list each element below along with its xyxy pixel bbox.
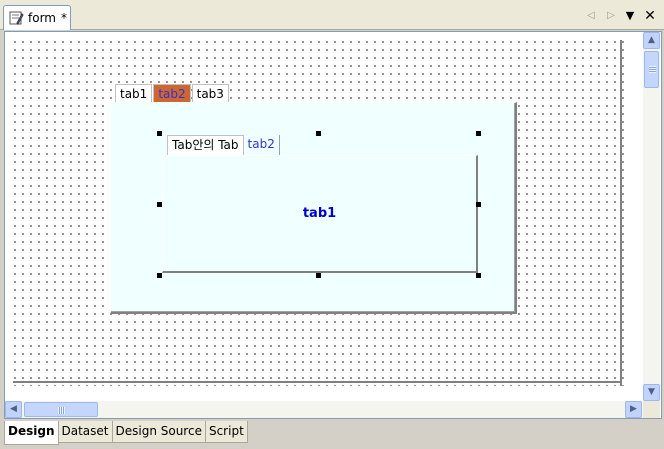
tab-dataset[interactable]: Dataset bbox=[57, 421, 113, 443]
inner-tab-strip: Tab안의 Tab tab2 bbox=[167, 135, 280, 155]
selection-handle-bottom-left[interactable] bbox=[157, 273, 162, 278]
document-tab-label: form bbox=[28, 11, 56, 25]
dropdown-menu-icon[interactable]: ▼ bbox=[623, 9, 637, 23]
inner-tab-2[interactable]: tab2 bbox=[244, 135, 280, 155]
inner-panel-content: tab1 bbox=[302, 206, 337, 221]
selection-handle-top-right[interactable] bbox=[476, 131, 481, 136]
document-tab[interactable]: form * bbox=[3, 5, 71, 30]
selection-handle-bottom-right[interactable] bbox=[476, 273, 481, 278]
vertical-scroll-thumb[interactable] bbox=[644, 51, 659, 88]
canvas-edge-bottom bbox=[13, 381, 622, 383]
selection-handle-top-left[interactable] bbox=[157, 131, 162, 136]
form-design-editor: tab1 tab2 tab3 Tab안의 Tab tab2 tab1 ▲ ▼ ◀… bbox=[4, 31, 662, 419]
grip-icon bbox=[649, 66, 656, 73]
scroll-up-icon[interactable]: ▲ bbox=[643, 32, 660, 49]
inner-tab-1[interactable]: Tab안의 Tab bbox=[167, 135, 244, 155]
chevron-right-icon[interactable]: ▷ bbox=[604, 9, 618, 23]
vertical-scrollbar[interactable]: ▲ ▼ bbox=[643, 32, 660, 402]
grip-icon bbox=[58, 407, 65, 414]
outer-tab-2[interactable]: tab2 bbox=[153, 84, 191, 103]
outer-tab-3[interactable]: tab3 bbox=[191, 84, 229, 103]
scroll-down-icon[interactable]: ▼ bbox=[643, 384, 660, 401]
tab-design[interactable]: Design bbox=[4, 421, 59, 445]
form-file-icon bbox=[8, 10, 24, 26]
close-icon[interactable]: ✕ bbox=[643, 9, 657, 23]
scroll-right-icon[interactable]: ▶ bbox=[625, 401, 642, 418]
editor-view-tabs: Design Dataset Design Source Script bbox=[4, 421, 248, 445]
selection-handle-middle-left[interactable] bbox=[157, 202, 162, 207]
inner-tab-panel[interactable]: tab1 bbox=[162, 155, 478, 273]
tab-design-source[interactable]: Design Source bbox=[111, 421, 206, 443]
scroll-left-icon[interactable]: ◀ bbox=[5, 401, 22, 418]
scrollbar-corner bbox=[643, 401, 660, 418]
selection-handle-top-middle[interactable] bbox=[316, 131, 321, 136]
outer-tab-1[interactable]: tab1 bbox=[115, 84, 153, 103]
selection-handle-bottom-middle[interactable] bbox=[316, 273, 321, 278]
canvas-edge-right bbox=[620, 40, 622, 386]
selection-handle-middle-right[interactable] bbox=[476, 202, 481, 207]
modified-marker: * bbox=[60, 11, 67, 25]
horizontal-scroll-thumb[interactable] bbox=[24, 402, 98, 417]
tab-script[interactable]: Script bbox=[204, 421, 248, 443]
horizontal-scrollbar[interactable]: ◀ ▶ bbox=[5, 401, 643, 418]
outer-tab-strip: tab1 tab2 tab3 bbox=[115, 84, 230, 103]
chevron-left-icon[interactable]: ◁ bbox=[584, 9, 598, 23]
editor-title-bar: form * ◁ ▷ ▼ ✕ bbox=[0, 0, 664, 30]
